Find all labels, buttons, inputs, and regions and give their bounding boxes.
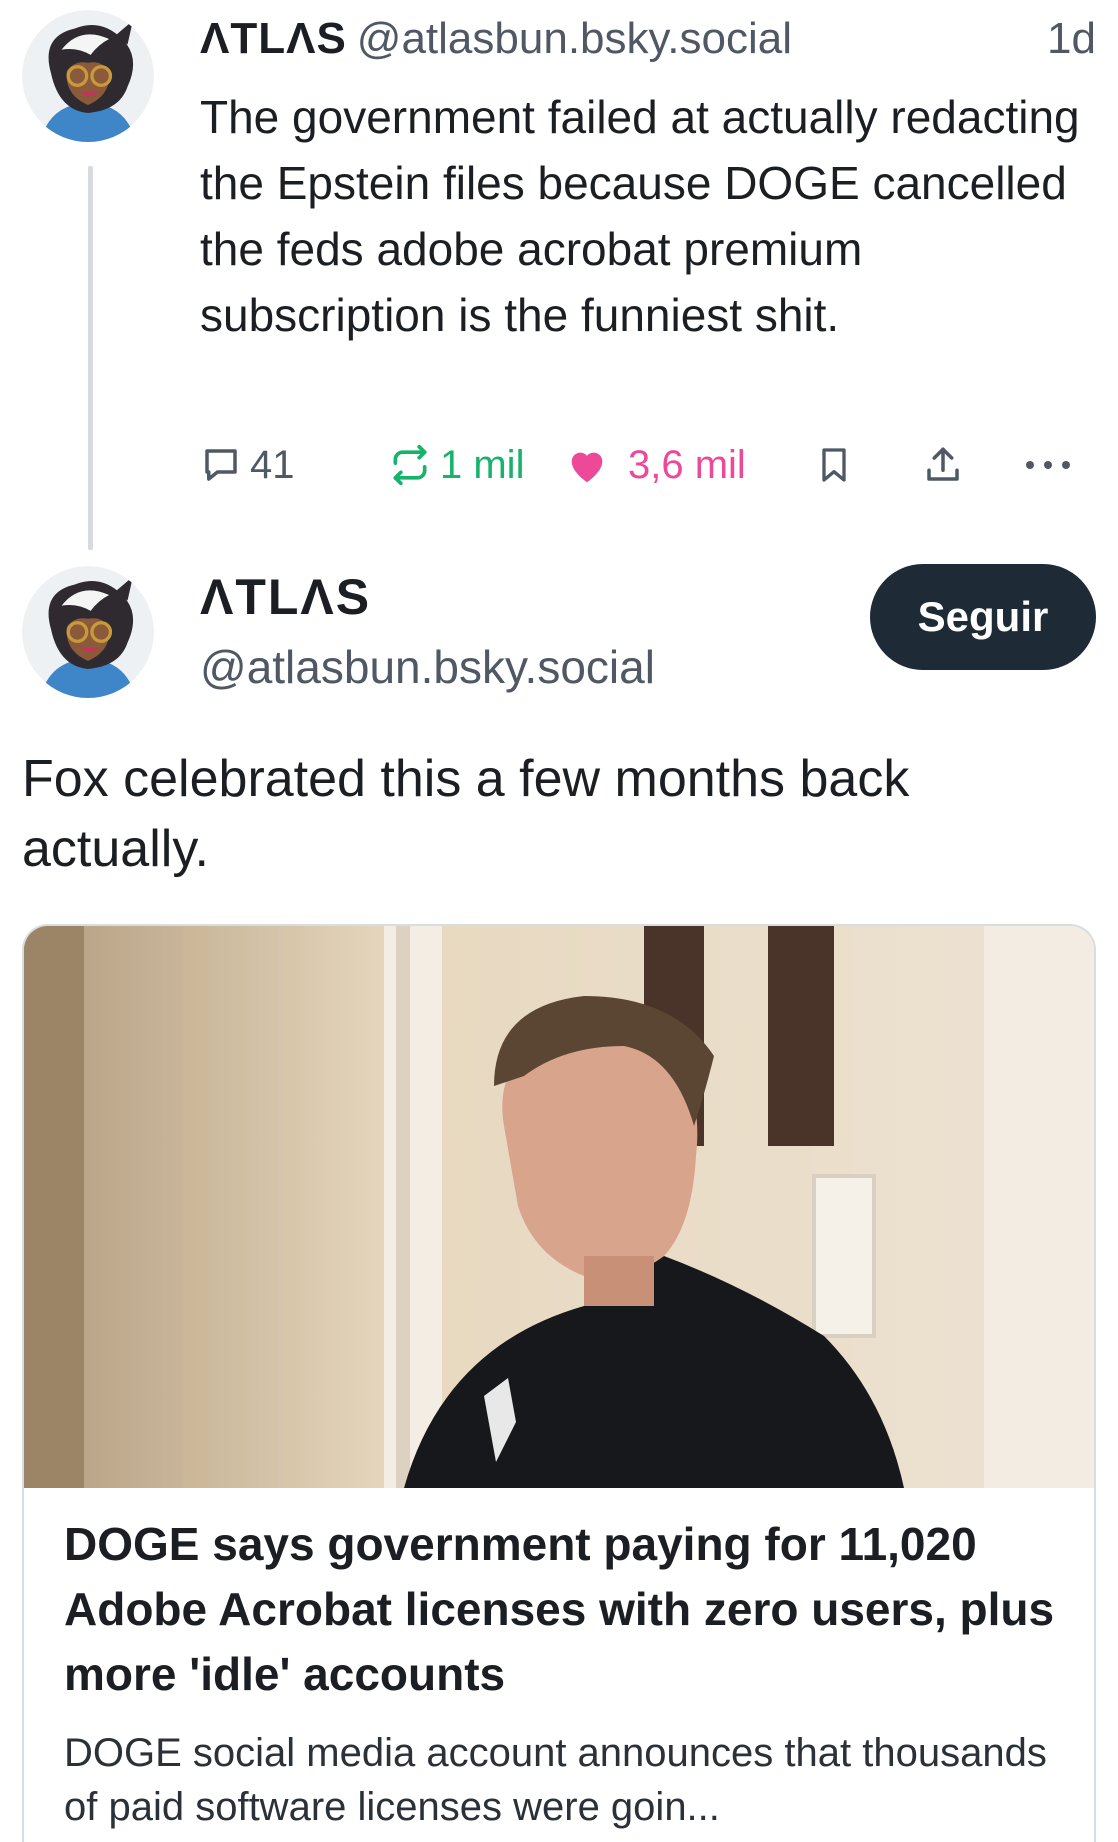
author-handle[interactable]: @atlasbun.bsky.social (357, 14, 792, 63)
share-button[interactable] (922, 436, 964, 494)
post-actions: 41 1 mil 3,6 mil (200, 436, 1100, 494)
reply-button[interactable]: 41 (200, 436, 295, 494)
like-button[interactable]: 3,6 mil (564, 436, 746, 494)
post-text: Fox celebrated this a few months back ac… (22, 750, 910, 878)
link-card-title[interactable]: DOGE says government paying for 11,020 A… (64, 1512, 1064, 1707)
avatar[interactable] (22, 566, 154, 698)
avatar-image (22, 566, 154, 698)
link-card-image (24, 926, 1094, 1488)
link-card-description: DOGE social media account announces that… (64, 1731, 1047, 1829)
follow-button[interactable]: Seguir (870, 564, 1096, 670)
avatar-image (22, 10, 154, 142)
repost-arrows-icon (393, 444, 427, 486)
thread-line (88, 166, 93, 550)
heart-icon (571, 452, 603, 483)
share-icon (927, 447, 959, 481)
avatar[interactable] (22, 10, 154, 142)
ellipsis-icon (1026, 461, 1070, 469)
author-handle[interactable]: @atlasbun.bsky.social (200, 640, 655, 694)
reply-count: 41 (250, 442, 295, 487)
bookmark-button[interactable] (814, 436, 854, 494)
speech-bubble-icon (205, 449, 237, 481)
link-card[interactable]: DOGE says government paying for 11,020 A… (22, 924, 1096, 1842)
repost-count: 1 mil (440, 442, 525, 487)
like-count: 3,6 mil (628, 442, 746, 487)
post-timestamp[interactable]: 1d (1047, 14, 1096, 64)
repost-button[interactable]: 1 mil (388, 436, 524, 494)
more-options-button[interactable] (1022, 436, 1074, 494)
bookmark-icon (822, 448, 846, 482)
post-header: ΛTLΛS @atlasbun.bsky.social 1d (200, 14, 1100, 70)
author-name[interactable]: ΛTLΛS (200, 14, 347, 63)
post-text: The government failed at actually redact… (200, 91, 1080, 341)
author-name[interactable]: ΛTLΛS (200, 568, 371, 626)
